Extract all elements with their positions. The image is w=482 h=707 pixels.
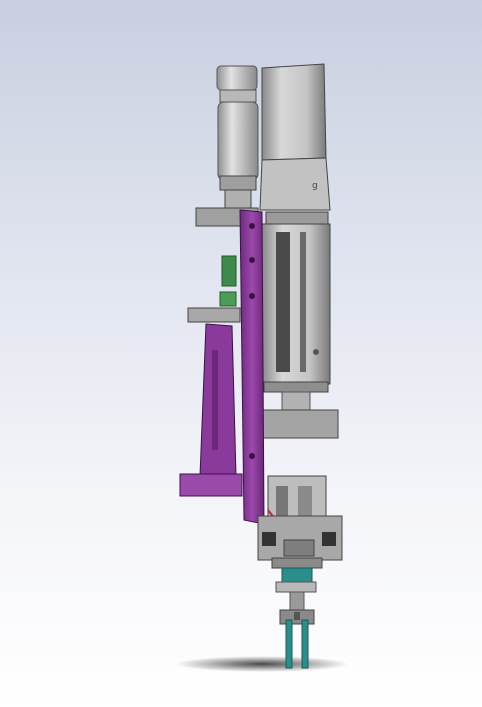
cad-viewport[interactable]: g — [0, 0, 482, 707]
pneumatic-cylinder — [216, 65, 259, 209]
gripper-assembly-model: g — [176, 63, 348, 672]
gripper-carriage — [257, 475, 343, 569]
floor-shadow — [176, 656, 348, 672]
svg-text:g: g — [312, 181, 318, 191]
servo-motor: g — [259, 63, 331, 227]
green-brackets — [219, 255, 237, 307]
linear-module — [261, 223, 331, 413]
gripper-connector — [275, 567, 317, 611]
